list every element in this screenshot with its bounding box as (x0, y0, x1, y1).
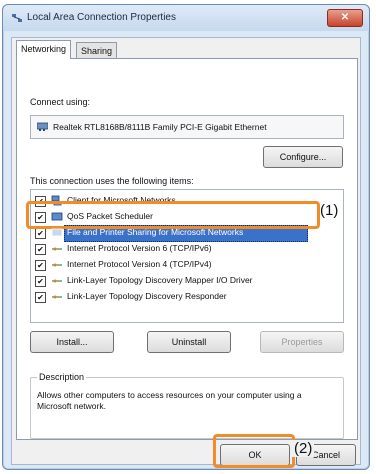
properties-button[interactable]: Properties (260, 331, 344, 353)
list-item[interactable]: ✔ Link-Layer Topology Discovery Responde… (35, 289, 335, 305)
item-label: Link-Layer Topology Discovery Responder (67, 291, 227, 301)
description-group: Description Allows other computers to ac… (30, 372, 344, 439)
highlight-box-2 (213, 434, 295, 468)
item-checkbox[interactable]: ✔ (35, 260, 46, 271)
network-service-icon (51, 228, 63, 237)
item-checkbox[interactable]: ✔ (35, 276, 46, 287)
callout-2: (2) (292, 440, 315, 457)
protocol-icon (52, 263, 62, 267)
item-label: Internet Protocol Version 4 (TCP/IPv4) (67, 259, 212, 269)
description-legend: Description (37, 372, 87, 382)
callout-1: (1) (320, 202, 339, 219)
window-title: Local Area Connection Properties (27, 12, 176, 23)
configure-button[interactable]: Configure... (263, 146, 343, 168)
network-connection-icon (12, 14, 22, 22)
list-item[interactable]: ✔ Internet Protocol Version 6 (TCP/IPv6) (35, 241, 335, 257)
close-button[interactable]: ✕ (327, 9, 363, 27)
item-label: Internet Protocol Version 6 (TCP/IPv6) (67, 243, 212, 253)
item-checkbox[interactable]: ✔ (35, 228, 46, 239)
adapter-name: Realtek RTL8168B/8111B Family PCI-E Giga… (53, 122, 267, 132)
list-item[interactable]: ✔ Link-Layer Topology Discovery Mapper I… (35, 273, 335, 289)
install-button[interactable]: Install... (30, 331, 114, 353)
tab-networking[interactable]: Networking (16, 40, 72, 59)
properties-dialog: Local Area Connection Properties ✕ Netwo… (2, 4, 370, 470)
protocol-icon (52, 279, 62, 283)
configure-button-label: Configure... (279, 152, 327, 162)
network-adapter-icon (37, 122, 48, 131)
item-label: Link-Layer Topology Discovery Mapper I/O… (67, 275, 253, 285)
description-text: Allows other computers to access resourc… (37, 390, 302, 411)
networking-panel: Connect using: Realtek RTL8168B/8111B Fa… (16, 58, 358, 440)
dialog-client-area: Networking Sharing Connect using: Realte… (11, 37, 361, 466)
list-item[interactable]: ✔ Internet Protocol Version 4 (TCP/IPv4) (35, 257, 335, 273)
items-label: This connection uses the following items… (30, 176, 194, 186)
highlight-box-1 (26, 201, 320, 229)
protocol-icon (52, 247, 62, 251)
title-bar: Local Area Connection Properties ✕ (3, 5, 369, 31)
tab-sharing[interactable]: Sharing (76, 42, 118, 59)
item-checkbox[interactable]: ✔ (35, 244, 46, 255)
uninstall-button[interactable]: Uninstall (147, 331, 231, 353)
item-checkbox[interactable]: ✔ (35, 292, 46, 303)
connect-using-label: Connect using: (30, 97, 91, 107)
protocol-icon (52, 295, 62, 299)
adapter-field: Realtek RTL8168B/8111B Family PCI-E Giga… (30, 115, 344, 139)
item-label: File and Printer Sharing for Microsoft N… (67, 227, 244, 237)
